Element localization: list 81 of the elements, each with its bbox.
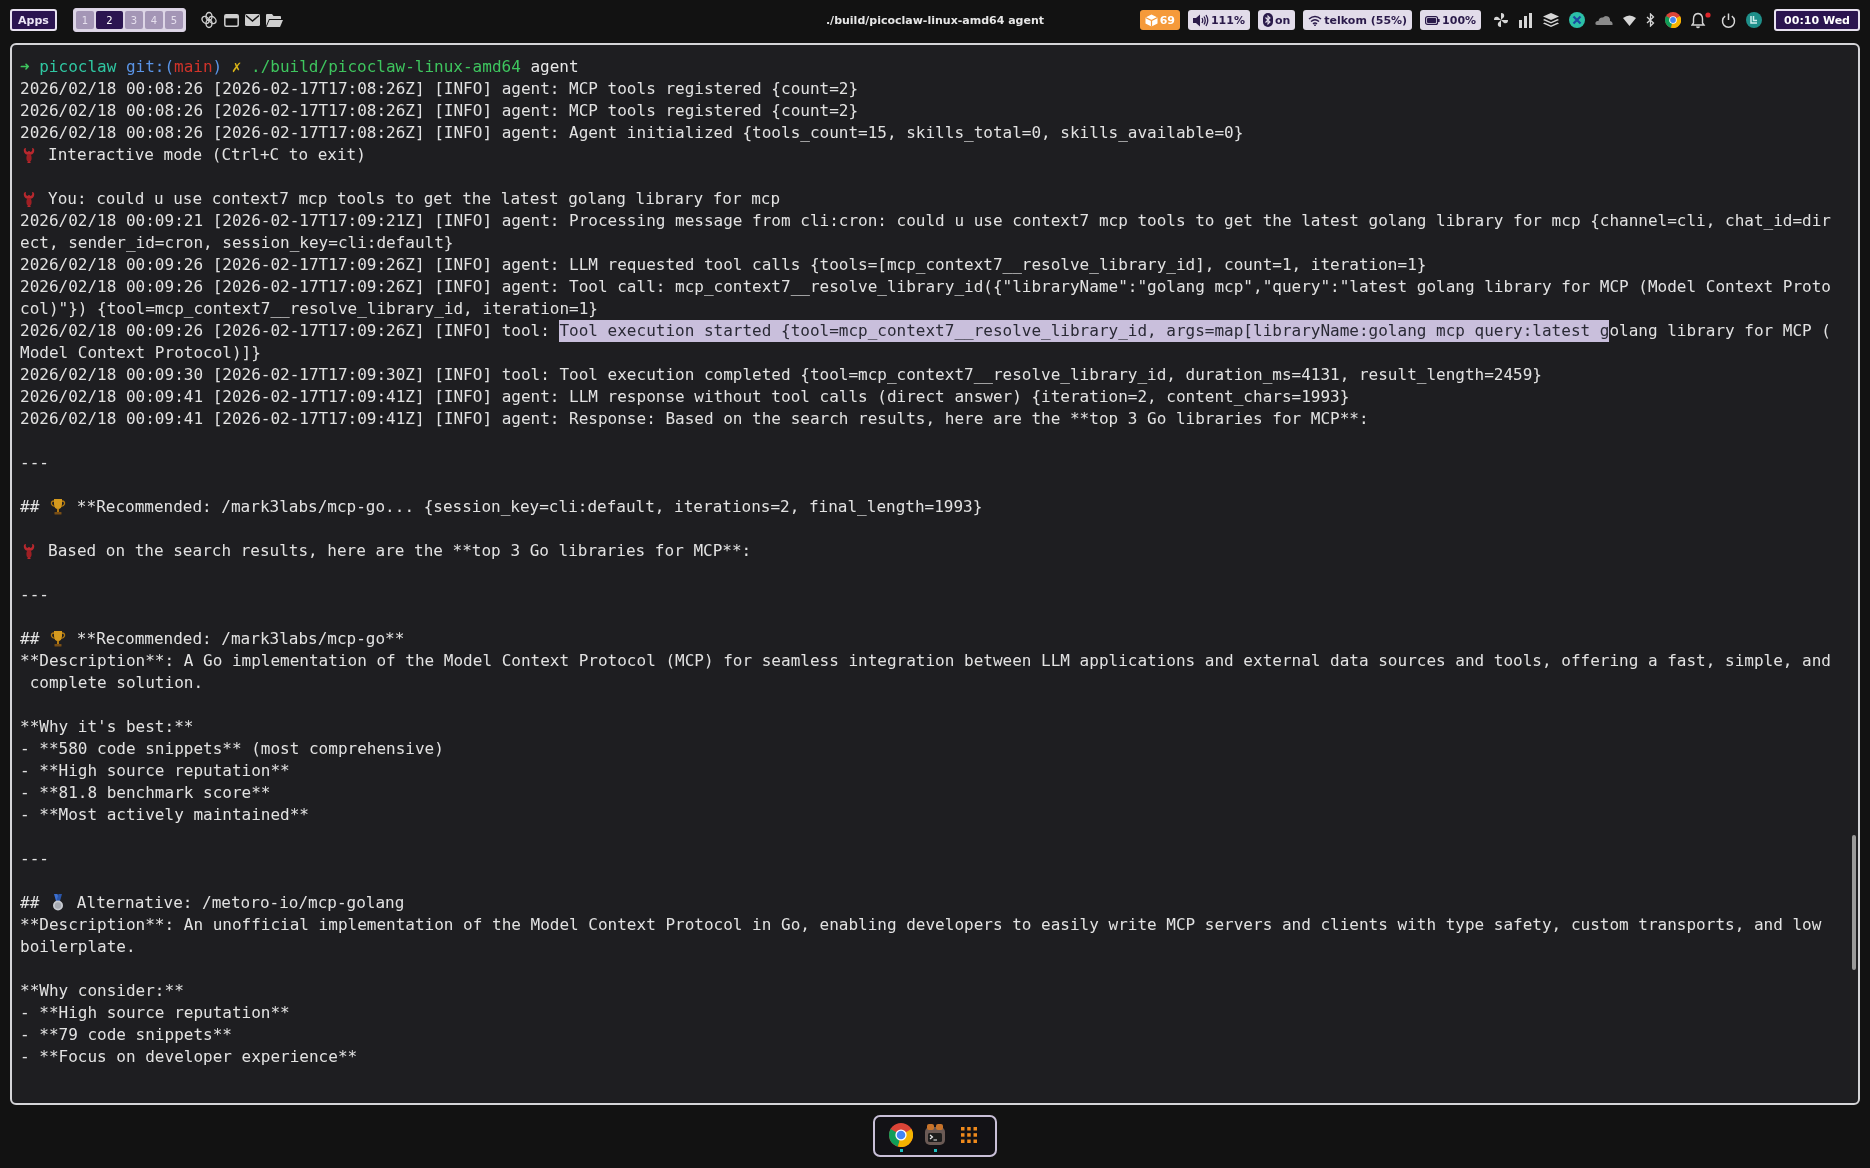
- terminal-line: 2026/02/18 00:08:26 [2026-02-17T17:08:26Z] [INFO] agent: Agent initialized {tools_count=15, skills_total=0, skills_available=0}: [20, 122, 1245, 144]
- clock[interactable]: 00:10 Wed: [1774, 9, 1860, 31]
- volume-indicator[interactable]: 111%: [1187, 10, 1250, 30]
- terminal-line: 2026/02/18 00:09:26 [2026-02-17T17:09:26Z] [INFO] agent: LLM requested tool calls {tools=[mcp_context7__resolve_library_id], count=1, iteration=1}: [20, 254, 1428, 276]
- terminal-text: Alternative: /metoro-io/mcp-golang: [76, 892, 405, 914]
- terminal-line: - **High source reputation**: [20, 1002, 291, 1024]
- terminal-line: **Why it's best:**: [20, 716, 195, 738]
- mail-icon[interactable]: [244, 14, 260, 26]
- terminal-line: - **Most actively maintained**: [20, 804, 310, 826]
- terminal-line: ect, sender_id=cron, session_key=cli:default}: [20, 232, 455, 254]
- pinwheel-icon[interactable]: [1493, 12, 1510, 28]
- selected-text: Tool execution started {tool=mcp_context7__resolve_library_id, args=map[libraryName:golang mcp query:latest g: [559, 320, 1610, 342]
- terminal-line: 2026/02/18 00:09:26 [2026-02-17T17:09:26Z] [INFO] agent: Tool call: mcp_context7__resolve_library_id({"libraryName":"golang mcp","query":"latest golang library for MCP (Model Context Proto: [20, 276, 1832, 298]
- terminal-line: 2026/02/18 00:09:41 [2026-02-17T17:09:41Z] [INFO] agent: Response: Based on the search results, here are the **top 3 Go libraries for MCP**:: [20, 408, 1370, 430]
- terminal-text: Based on the search results, here are the **top 3 Go libraries for MCP**:: [48, 540, 752, 562]
- bar-chart-icon[interactable]: [1519, 12, 1534, 28]
- layers-icon[interactable]: [1543, 12, 1560, 28]
- heading-mark: ##: [20, 628, 41, 650]
- window-icon[interactable]: [223, 13, 239, 27]
- prompt-text: ./build/picoclaw-linux-amd64: [251, 56, 522, 78]
- bluetooth-icon: [1262, 13, 1273, 27]
- terminal-line: **Description**: An unofficial implementation of the Model Context Protocol in Go, enabling developers to easily write MCP servers and clients with type safety, custom transports, and low: [20, 914, 1823, 936]
- terminal-text: 2026/02/18 00:09:26 [2026-02-17T17:09:26Z] [INFO] tool:: [20, 320, 551, 342]
- trophy-icon: [48, 498, 67, 516]
- terminal-line: ---: [20, 584, 50, 606]
- window-title: ./build/picoclaw-linux-amd64 agent: [825, 13, 1045, 27]
- wifi-indicator[interactable]: telkom (55%): [1303, 10, 1413, 30]
- prompt-text: main: [174, 56, 213, 78]
- app-icon[interactable]: [1569, 12, 1586, 28]
- prompt-text: ➜: [20, 56, 31, 78]
- wifi-icon: [1308, 14, 1323, 26]
- avatar-icon[interactable]: [1746, 12, 1763, 28]
- terminal-line: Model Context Protocol)]}: [20, 342, 262, 364]
- flower-icon[interactable]: [199, 11, 218, 29]
- scrollbar[interactable]: [1852, 835, 1856, 970]
- terminal-line: - **79 code snippets**: [20, 1024, 233, 1046]
- terminal-line: ---: [20, 848, 50, 870]
- prompt-text: git:(: [125, 56, 175, 78]
- terminal-text: **Recommended: /mark3labs/mcp-go**: [76, 628, 405, 650]
- trophy-icon: [48, 630, 67, 648]
- power-icon[interactable]: [1721, 12, 1737, 28]
- terminal-line: 2026/02/18 00:08:26 [2026-02-17T17:08:26Z] [INFO] agent: MCP tools registered {count=2}: [20, 100, 860, 122]
- terminal-line: 2026/02/18 00:09:41 [2026-02-17T17:09:41Z] [INFO] agent: LLM response without tool calls (direct answer) {iteration=2, content_chars=1993}: [20, 386, 1351, 408]
- terminal-text: You: could u use context7 mcp tools to get the latest golang library for mcp: [48, 188, 781, 210]
- battery-icon: [1425, 15, 1441, 25]
- heading-mark: ##: [20, 892, 41, 914]
- terminal-line: - **High source reputation**: [20, 760, 291, 782]
- prompt-text: ): [212, 56, 224, 78]
- browser-icon[interactable]: [1665, 12, 1682, 28]
- package-icon: [1144, 13, 1158, 27]
- battery-indicator[interactable]: 100%: [1420, 10, 1482, 30]
- folder-icon[interactable]: [265, 13, 283, 27]
- terminal-text: Interactive mode (Ctrl+C to exit): [48, 144, 366, 166]
- terminal-line: - **580 code snippets** (most comprehensive): [20, 738, 445, 760]
- bell-icon[interactable]: [1691, 11, 1712, 29]
- terminal-line: 2026/02/18 00:08:26 [2026-02-17T17:08:26Z] [INFO] agent: MCP tools registered {count=2}: [20, 78, 860, 100]
- prompt-text: picoclaw: [39, 56, 118, 78]
- terminal-line: complete solution.: [28, 672, 205, 694]
- terminal-icon[interactable]: [923, 1123, 947, 1147]
- bluetooth-indicator[interactable]: on: [1257, 10, 1296, 30]
- terminal-line: 2026/02/18 00:09:21 [2026-02-17T17:09:21Z] [INFO] agent: Processing message from cli:cron: could u use context7 mcp tools to get the latest golang library for mcp {channel=cli, chat_id=dir: [20, 210, 1832, 232]
- speaker-icon: [1192, 13, 1209, 27]
- heading-mark: ##: [20, 496, 41, 518]
- cloud-icon[interactable]: [1595, 15, 1614, 25]
- terminal-line: - **Focus on developer experience**: [20, 1046, 359, 1068]
- apps-button[interactable]: Apps: [10, 9, 57, 31]
- terminal-text: **Recommended: /mark3labs/mcp-go... {session_key=cli:default, iterations=2, final_length=1993}: [76, 496, 983, 518]
- terminal-line: **Why consider:**: [20, 980, 185, 1002]
- prompt-text: agent: [530, 56, 580, 78]
- terminal-text: olang library for MCP (: [1609, 320, 1831, 342]
- prompt-text: ✗: [231, 56, 243, 78]
- bluetooth-icon[interactable]: [1646, 13, 1656, 27]
- wifi-icon[interactable]: [1623, 14, 1637, 26]
- terminal-line: - **81.8 benchmark score**: [20, 782, 272, 804]
- terminal-line: **Description**: A Go implementation of the Model Context Protocol (MCP) for seamless integration between LLM applications and external data sources and tools, offering a fast, simple, and: [20, 650, 1832, 672]
- terminal-line: 2026/02/18 00:09:30 [2026-02-17T17:09:30Z] [INFO] tool: Tool execution completed {tool=mcp_context7__resolve_library_id, duration_ms=4131, result_length=2459}: [20, 364, 1543, 386]
- terminal-line: ---: [20, 452, 50, 474]
- terminal-line: boilerplate.: [20, 936, 137, 958]
- browser-icon[interactable]: [889, 1123, 913, 1147]
- workspace-button[interactable]: 2: [95, 11, 123, 29]
- terminal-line: col)"}) {tool=mcp_context7__resolve_library_id, iteration=1}: [20, 298, 599, 320]
